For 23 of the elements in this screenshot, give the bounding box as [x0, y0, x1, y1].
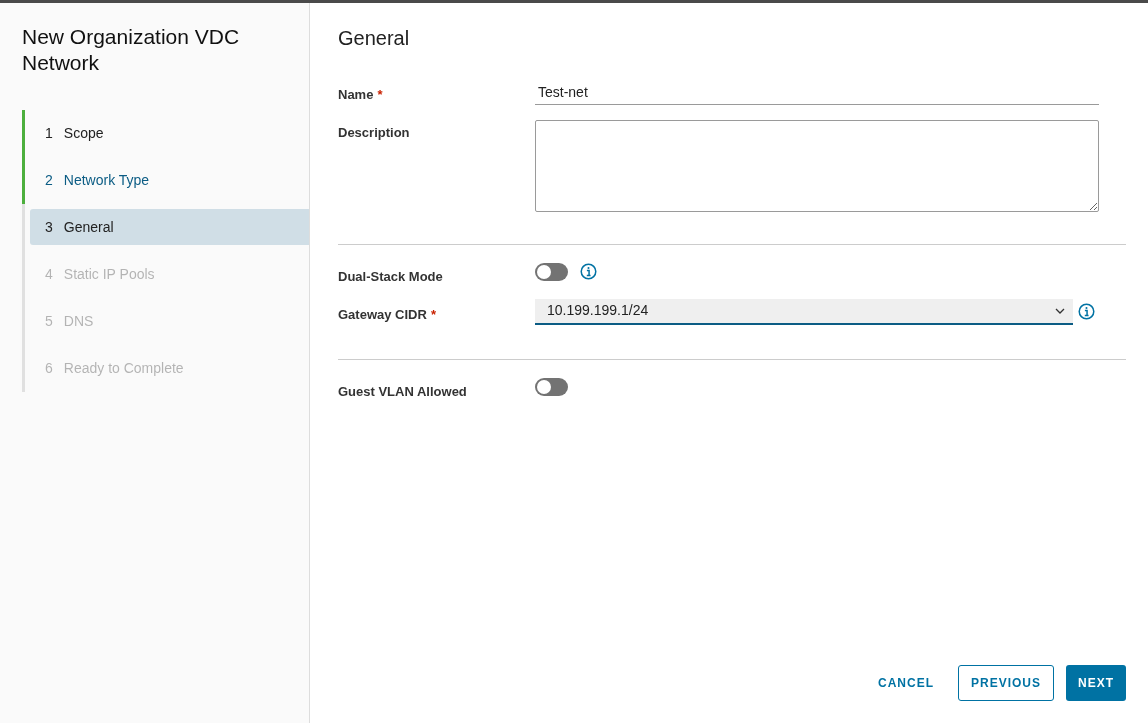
- field-label: Name: [338, 86, 374, 104]
- wizard-step[interactable]: 3 General: [30, 209, 309, 245]
- required-mark: *: [377, 86, 383, 104]
- page-title: General: [338, 26, 411, 51]
- field-label: Gateway CIDR: [338, 305, 427, 324]
- info-icon[interactable]: [1078, 303, 1095, 320]
- description-field[interactable]: [535, 120, 1099, 212]
- wizard-title: New Organization VDC Network: [22, 24, 241, 76]
- toggle-switch[interactable]: [535, 263, 568, 281]
- chevron-down-icon: [1055, 307, 1065, 314]
- required-mark: *: [430, 305, 436, 324]
- toggle-switch[interactable]: [535, 377, 568, 396]
- wizard-step[interactable]: 1 Scope: [45, 123, 104, 144]
- info-icon[interactable]: [580, 262, 597, 280]
- wizard-step[interactable]: 2 Network Type: [45, 170, 150, 191]
- cancel-button[interactable]: CANCEL: [865, 665, 946, 701]
- gateway-cidr-select[interactable]: 10.199.199.1/24: [535, 298, 1073, 325]
- next-button[interactable]: NEXT: [1066, 665, 1126, 701]
- field-label: Dual-Stack Mode: [338, 268, 443, 286]
- previous-button[interactable]: PREVIOUS: [957, 665, 1054, 701]
- field-label: Guest VLAN Allowed: [338, 382, 467, 401]
- field-label: Description: [338, 124, 410, 142]
- name-field[interactable]: Test-net: [535, 79, 1099, 105]
